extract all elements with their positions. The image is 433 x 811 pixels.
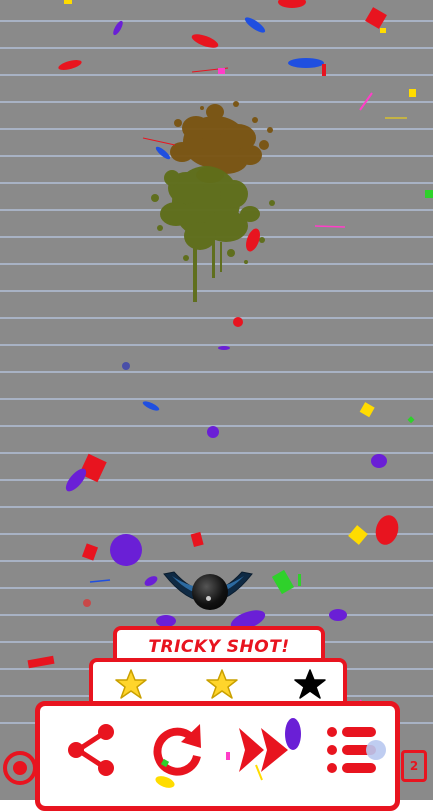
retry-icon — [153, 724, 201, 776]
menu-button[interactable] — [320, 720, 380, 780]
fast-forward-icon — [239, 728, 288, 772]
corner-right-label: 2 — [409, 759, 419, 773]
share-button[interactable] — [62, 720, 122, 780]
result-message: TRICKY SHOT! — [148, 637, 290, 657]
corner-right-control[interactable]: 2 — [398, 742, 433, 792]
next-level-button[interactable] — [234, 720, 294, 780]
share-icon — [68, 724, 114, 776]
ball — [192, 574, 228, 610]
star-icon-earned — [115, 669, 147, 699]
star-icon-empty — [294, 669, 326, 699]
action-bar — [35, 701, 400, 811]
star-icon-earned — [206, 669, 238, 699]
retry-button[interactable] — [148, 720, 208, 780]
corner-left-control[interactable] — [0, 742, 40, 792]
target-icon — [3, 751, 37, 785]
menu-icon — [327, 727, 376, 773]
